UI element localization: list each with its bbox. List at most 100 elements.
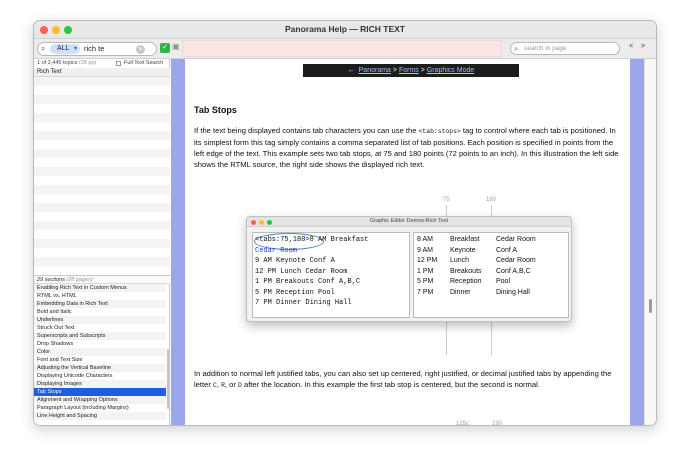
section-list-item[interactable]: Displaying Images xyxy=(34,380,166,388)
section-list-item[interactable]: Underlines xyxy=(34,316,166,324)
search-icon: ⌕ xyxy=(41,44,46,53)
source-line: 5 PM Reception Pool xyxy=(255,288,335,297)
rendered-cell: 8 AM xyxy=(417,236,433,243)
section-list-item[interactable]: Displaying Unicode Characters xyxy=(34,372,166,380)
rendered-cell: Reception xyxy=(450,278,482,285)
rendered-cell: Lunch xyxy=(450,257,470,264)
sections-count: 29 sections xyxy=(37,277,65,283)
breadcrumb: ← Panorama > Forms > Graphics Mode xyxy=(303,64,519,77)
section-list-item[interactable]: Drop Shadows xyxy=(34,340,166,348)
example-screenshot: Graphic Editor Demos:Rich Text <tabs:75,… xyxy=(246,216,572,322)
rendered-text-pane: 8 AM Breakfast Cedar Room 9 AM Keynote Conf A… xyxy=(413,232,569,318)
topics-pages: (28 pp) xyxy=(78,60,97,66)
section-list-item[interactable]: Bold and Italic xyxy=(34,308,166,316)
ruler-label-75: 75 xyxy=(443,197,450,203)
ruler-label-190: 190 xyxy=(492,421,503,426)
topic-list-item[interactable]: Rich Text xyxy=(34,68,170,77)
sidebar: 1 of 2,445 topics (28 pp) Full Text Sear… xyxy=(34,59,170,425)
search-icon: ⌕ xyxy=(514,44,519,53)
breadcrumb-separator: > xyxy=(392,67,397,74)
rendered-cell: Pool xyxy=(496,278,511,285)
clear-search-icon[interactable]: × xyxy=(136,45,145,54)
topics-status: 1 of 2,445 topics (28 pp) Full Text Sear… xyxy=(34,59,170,68)
breadcrumb-link-forms[interactable]: Forms xyxy=(399,67,419,74)
find-next-button[interactable]: > xyxy=(641,43,648,50)
search-input[interactable]: rich te xyxy=(84,44,104,53)
breadcrumb-separator: > xyxy=(420,67,425,74)
find-previous-button[interactable]: < xyxy=(629,43,636,50)
breadcrumb-link-graphics-mode[interactable]: Graphics Mode xyxy=(427,67,474,74)
full-text-checkbox[interactable] xyxy=(116,61,121,66)
section-scrollbar[interactable] xyxy=(167,349,169,409)
rendered-cell: Cedar Room xyxy=(496,236,536,243)
help-window: Panorama Help — RICH TEXT ⌕ ALL ▾ rich te… xyxy=(33,20,657,426)
example-title: Graphic Editor Demos:Rich Text xyxy=(369,218,449,224)
chevron-down-icon: ▾ xyxy=(73,46,77,52)
section-list: Enabling Rich Text in Custom Menus RTML v… xyxy=(34,284,166,425)
sections-pages: (28 pages) xyxy=(66,277,93,283)
topic-list xyxy=(34,77,170,275)
breadcrumb-link-panorama[interactable]: Panorama xyxy=(359,67,391,74)
right-margin xyxy=(630,59,644,425)
section-list-item[interactable]: Paragraph Layout (including Margins) xyxy=(34,404,166,412)
scrollbar-thumb[interactable] xyxy=(649,299,652,313)
rendered-cell: Conf A,B,C xyxy=(496,267,531,275)
rendered-cell: Breakouts xyxy=(450,267,482,275)
text-run: If the text being displayed contains tab… xyxy=(194,126,419,135)
example-title-bar: Graphic Editor Demos:Rich Text xyxy=(247,217,571,227)
topics-count: 1 of 2,445 topics xyxy=(37,60,78,66)
toolbar: ⌕ ALL ▾ rich te × ✓ ▣ ⌕ search in page < … xyxy=(34,39,656,59)
rendered-cell: Conf A xyxy=(496,246,518,254)
back-arrow-icon[interactable]: ← xyxy=(348,67,355,74)
rendered-cell: Keynote xyxy=(450,246,476,254)
source-line: Cedar Room xyxy=(255,246,298,255)
find-navigation: < > xyxy=(629,43,648,50)
section-list-item[interactable]: Font and Text Size xyxy=(34,356,166,364)
content-scrollbar[interactable] xyxy=(644,59,656,425)
paragraph-justified-tabs: In addition to normal left justified tab… xyxy=(194,368,622,391)
page-search-placeholder: search in page xyxy=(524,45,567,52)
rendered-cell: Dining Hall xyxy=(496,288,530,296)
section-heading: Tab Stops xyxy=(194,105,237,115)
sections-status: 29 sections (28 pages) xyxy=(34,275,170,284)
left-margin xyxy=(171,59,185,425)
checkmark-icon[interactable]: ✓ xyxy=(160,43,170,53)
section-list-item[interactable]: Color xyxy=(34,348,166,356)
page-search-input[interactable]: ⌕ search in page xyxy=(510,42,620,55)
full-text-label: Full Text Search xyxy=(124,60,164,66)
text-run: after the location. In this example the … xyxy=(241,380,540,389)
search-scope-label: ALL xyxy=(57,45,70,52)
help-content: ← Panorama > Forms > Graphics Mode Tab S… xyxy=(171,59,656,426)
source-line: <tabs:75,180>8 AM Breakfast xyxy=(255,236,369,244)
rendered-cell: 7 PM xyxy=(417,288,434,296)
section-list-item[interactable]: Superscripts and Subscripts xyxy=(34,332,166,340)
window-title: Panorama Help — RICH TEXT xyxy=(285,24,405,34)
image-icon: ▣ xyxy=(172,42,180,51)
source-line: 12 PM Lunch Cedar Room xyxy=(255,267,348,276)
section-list-item[interactable]: Alignment and Wrapping Options xyxy=(34,396,166,404)
highlight-field[interactable] xyxy=(182,40,502,57)
topic-search-box[interactable]: ⌕ ALL ▾ rich te × xyxy=(37,42,157,56)
ruler-label-180: 180 xyxy=(486,197,497,203)
rendered-cell: 12 PM xyxy=(417,257,438,264)
section-list-item[interactable]: Tab Stops xyxy=(34,388,166,396)
rendered-cell: 9 AM xyxy=(417,246,433,254)
rendered-cell: Dinner xyxy=(450,288,471,296)
section-list-item[interactable]: Embedding Data in Rich Text xyxy=(34,300,166,308)
code-tab-stops: <tab:stops> xyxy=(418,128,461,135)
section-list-item[interactable]: RTML vs. HTML xyxy=(34,292,166,300)
section-list-item[interactable]: Enabling Rich Text in Custom Menus xyxy=(34,284,166,292)
source-line: 9 AM Keynote Conf A xyxy=(255,257,335,265)
source-line: 1 PM Breakouts Conf A,B,C xyxy=(255,278,361,286)
rtml-source: <tabs:75,180>8 AM Breakfast Cedar Room 9 A… xyxy=(255,235,368,309)
section-list-item[interactable]: Struck Out Text xyxy=(34,324,166,332)
rtml-source-pane: <tabs:75,180>8 AM Breakfast Cedar Room 9 A… xyxy=(252,232,410,318)
source-line: 7 PM Dinner Dining Hall xyxy=(255,299,352,307)
section-list-item[interactable]: Adjusting the Vertical Baseline xyxy=(34,364,166,372)
search-scope-dropdown[interactable]: ALL ▾ xyxy=(50,44,80,54)
rendered-cell: 1 PM xyxy=(417,267,434,275)
section-list-item[interactable]: Line Height and Spacing xyxy=(34,412,166,420)
rendered-cell: 5 PM xyxy=(417,278,434,285)
rendered-cell: Breakfast xyxy=(450,236,480,243)
paragraph-intro: If the text being displayed contains tab… xyxy=(194,125,622,170)
